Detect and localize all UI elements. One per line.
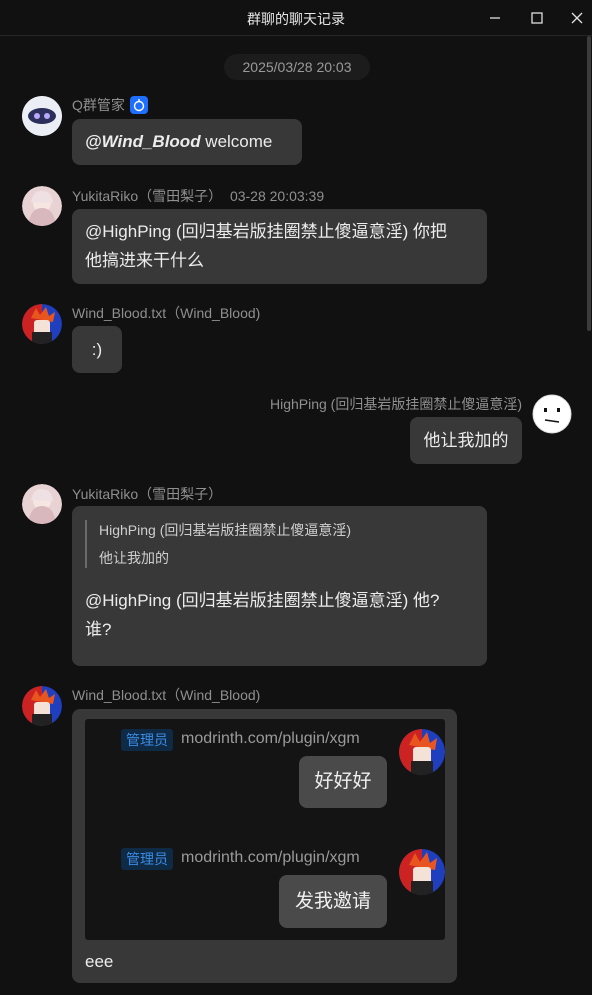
admin-badge: 管理员 <box>121 729 173 751</box>
forward-bubble: 好好好 <box>299 756 387 808</box>
reply-quote[interactable]: HighPing (回归基岩版挂圈禁止傻逼意淫) 他让我加的 <box>85 520 474 568</box>
close-icon[interactable] <box>567 8 587 28</box>
message-bubble[interactable]: @HighPing (回归基岩版挂圈禁止傻逼意淫) 你把 他搞进来干什么 <box>72 209 487 284</box>
avatar-yukitariko[interactable] <box>22 484 62 524</box>
admin-badge: 管理员 <box>121 848 173 870</box>
sender-name: Q群管家 <box>72 95 148 115</box>
bot-icon <box>129 96 148 114</box>
avatar-highping[interactable] <box>532 394 572 434</box>
message-time: 03-28 20:03:39 <box>229 188 325 204</box>
message-bubble[interactable]: HighPing (回归基岩版挂圈禁止傻逼意淫) 他让我加的 @HighPing… <box>72 506 487 666</box>
quote-text: 他让我加的 <box>99 550 169 566</box>
sender-name: HighPing (回归基岩版挂圈禁止傻逼意淫) <box>269 396 522 412</box>
message-bubble[interactable]: 他让我加的 <box>410 417 522 464</box>
sender-name: YukitaRiko（雪田梨子） 03-28 20:03:39 <box>72 188 325 204</box>
forward-sender-name: modrinth.com/plugin/xgm <box>181 730 360 747</box>
avatar-wind-blood[interactable] <box>22 686 62 726</box>
mention[interactable]: @Wind_Blood <box>85 132 201 151</box>
maximize-icon[interactable] <box>527 8 547 28</box>
date-divider: 2025/03/28 20:03 <box>224 54 370 80</box>
forward-bubble: 发我邀请 <box>279 875 387 928</box>
title-bar: 群聊的聊天记录 <box>0 0 592 36</box>
avatar-bot[interactable] <box>22 96 62 136</box>
sender-name: Wind_Blood.txt（Wind_Blood) <box>72 687 261 703</box>
avatar-yukitariko[interactable] <box>22 186 62 226</box>
forward-avatar <box>399 849 445 895</box>
message-bubble[interactable]: @Wind_Blood welcome <box>72 119 302 165</box>
minimize-icon[interactable] <box>485 8 505 28</box>
quote-sender: HighPing (回归基岩版挂圈禁止傻逼意淫) <box>99 522 352 538</box>
sender-name: YukitaRiko（雪田梨子） <box>72 486 223 502</box>
scrollbar[interactable] <box>587 36 591 331</box>
forwarded-screenshot[interactable]: 管理员 modrinth.com/plugin/xgm 好好好 管理员 modr… <box>85 719 445 940</box>
avatar-wind-blood[interactable] <box>22 304 62 344</box>
sender-name: Wind_Blood.txt（Wind_Blood) <box>72 305 261 321</box>
message-bubble[interactable]: :) <box>72 326 122 373</box>
forward-avatar <box>399 729 445 775</box>
forward-sender-name: modrinth.com/plugin/xgm <box>181 849 360 866</box>
